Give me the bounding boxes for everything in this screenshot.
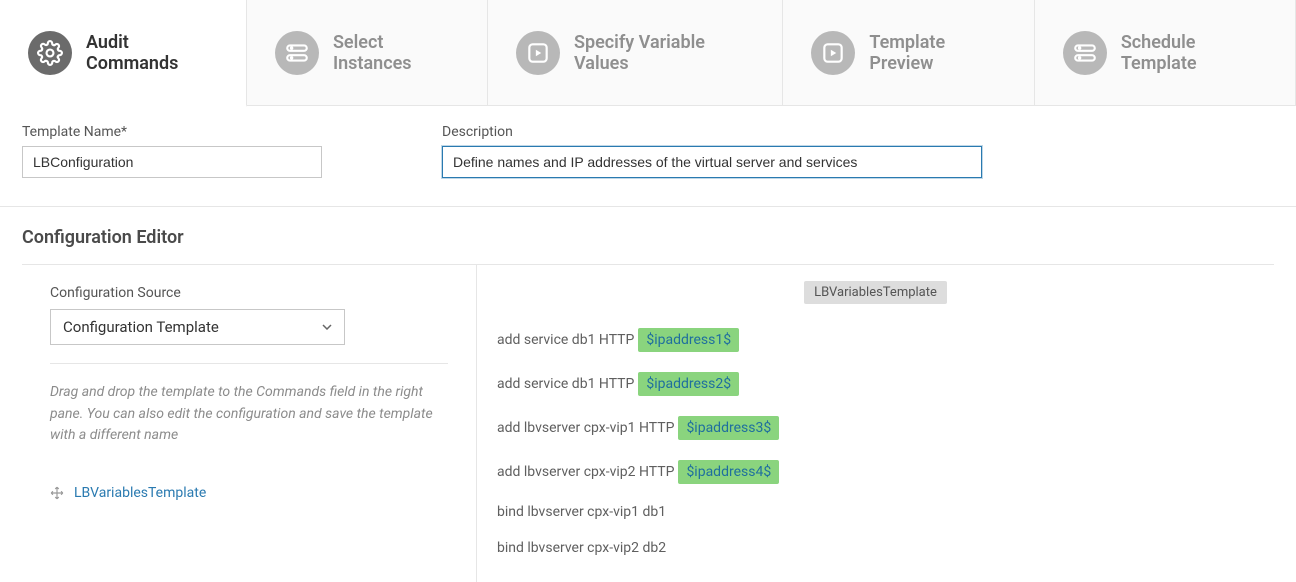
variable-chip[interactable]: $ipaddress2$	[638, 372, 739, 396]
config-source-value: Configuration Template	[63, 318, 219, 336]
variable-chip[interactable]: $ipaddress3$	[678, 416, 779, 440]
step-label: Select Instances	[333, 32, 459, 74]
play-square-icon	[516, 31, 560, 75]
configuration-editor-title: Configuration Editor	[0, 207, 1296, 264]
template-name-label: Template Name*	[22, 124, 322, 140]
variable-chip[interactable]: $ipaddress1$	[638, 328, 739, 352]
description-label: Description	[442, 124, 982, 140]
stack-icon	[1063, 31, 1107, 75]
command-text: add service db1 HTTP	[497, 376, 634, 392]
gear-icon	[28, 31, 72, 75]
step-audit-commands[interactable]: Audit Commands	[0, 0, 247, 107]
command-line[interactable]: add service db1 HTTP $ipaddress2$	[497, 362, 1254, 406]
template-name-field-group: Template Name*	[22, 124, 322, 178]
step-label: Template Preview	[869, 32, 1005, 74]
template-meta-form: Template Name* Description	[0, 106, 1296, 207]
editor-help-text: Drag and drop the template to the Comman…	[50, 382, 448, 447]
wizard-steps: Audit Commands Select Instances Specify …	[0, 0, 1296, 106]
chevron-down-icon	[322, 324, 332, 330]
commands-template-badge: LBVariablesTemplate	[804, 281, 947, 304]
command-text: add lbvserver cpx-vip2 HTTP	[497, 464, 674, 480]
step-label: Specify Variable Values	[574, 32, 754, 74]
command-line[interactable]: bind lbvserver cpx-vip2 db2	[497, 530, 1254, 566]
template-item-label: LBVariablesTemplate	[74, 485, 206, 501]
command-line[interactable]: add service db1 HTTP $ipaddress1$	[497, 318, 1254, 362]
command-line[interactable]: add lbvserver cpx-vip1 HTTP $ipaddress3$	[497, 406, 1254, 450]
step-label: Schedule Template	[1121, 32, 1267, 74]
command-text: bind lbvserver cpx-vip1 db1	[497, 504, 666, 520]
command-text: add lbvserver cpx-vip1 HTTP	[497, 420, 674, 436]
step-template-preview[interactable]: Template Preview	[783, 0, 1034, 105]
step-label: Audit Commands	[86, 32, 218, 74]
step-specify-variable-values[interactable]: Specify Variable Values	[488, 0, 783, 105]
template-name-input[interactable]	[22, 146, 322, 178]
editor-left-pane: Configuration Source Configuration Templ…	[22, 265, 477, 582]
stack-icon	[275, 31, 319, 75]
command-line[interactable]: bind lbvserver cpx-vip1 db1	[497, 494, 1254, 530]
config-source-select[interactable]: Configuration Template	[50, 309, 345, 345]
command-line[interactable]: add lbvserver cpx-vip2 HTTP $ipaddress4$	[497, 450, 1254, 494]
config-source-label: Configuration Source	[50, 285, 448, 301]
variable-chip[interactable]: $ipaddress4$	[678, 460, 779, 484]
description-field-group: Description	[442, 124, 982, 178]
description-input[interactable]	[442, 146, 982, 178]
divider	[50, 363, 448, 364]
command-text: bind lbvserver cpx-vip2 db2	[497, 540, 666, 556]
template-list-item[interactable]: LBVariablesTemplate	[50, 485, 448, 501]
command-text: add service db1 HTTP	[497, 332, 634, 348]
step-select-instances[interactable]: Select Instances	[247, 0, 488, 105]
editor-commands-pane: LBVariablesTemplate add service db1 HTTP…	[477, 265, 1274, 582]
configuration-editor: Configuration Source Configuration Templ…	[22, 264, 1274, 582]
play-square-icon	[811, 31, 855, 75]
step-schedule-template[interactable]: Schedule Template	[1035, 0, 1296, 105]
move-icon	[50, 486, 64, 500]
